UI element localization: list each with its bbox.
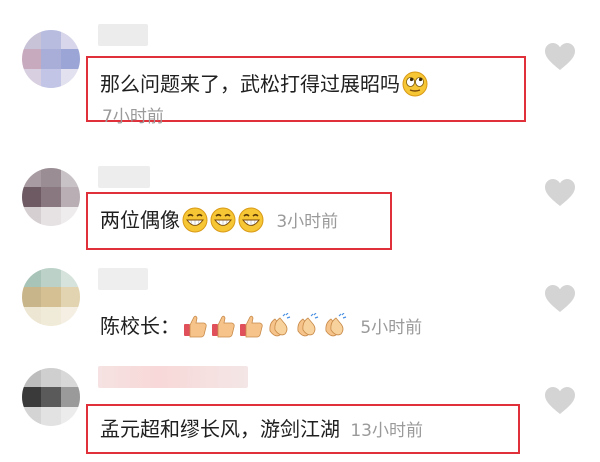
avatar[interactable] xyxy=(22,368,80,426)
username-blurred[interactable] xyxy=(98,166,150,188)
thumbs-up-emoji-icon xyxy=(210,313,236,339)
timestamp: 13小时前 xyxy=(350,421,423,441)
comment-item: 那么问题来了，武松打得过展昭吗 7小时前 xyxy=(0,0,600,150)
avatar[interactable] xyxy=(22,30,80,88)
rolling-eyes-emoji-icon xyxy=(402,71,428,97)
comment-text: 孟元超和缪长风，游剑江湖 13小时前 xyxy=(100,415,423,445)
thumbs-up-emoji-icon xyxy=(182,313,208,339)
comment-item: 孟元超和缪长风，游剑江湖 13小时前 xyxy=(0,360,600,462)
comment-item: 陈校长： 5小时前 xyxy=(0,260,600,360)
avatar[interactable] xyxy=(22,268,80,326)
comment-body: 陈校长： xyxy=(100,314,180,338)
like-heart-icon[interactable] xyxy=(544,386,576,416)
timestamp: 3小时前 xyxy=(276,212,339,232)
comment-item: 两位偶像 3小时前 xyxy=(0,150,600,260)
comment-body: 孟元超和缪长风，游剑江湖 xyxy=(100,417,340,441)
comment-body: 两位偶像 xyxy=(100,208,180,232)
comment-text: 陈校长： 5小时前 xyxy=(100,312,422,342)
comment-text: 两位偶像 3小时前 xyxy=(100,206,338,236)
like-heart-icon[interactable] xyxy=(544,42,576,72)
grin-emoji-icon xyxy=(238,207,264,233)
grin-emoji-icon xyxy=(210,207,236,233)
like-heart-icon[interactable] xyxy=(544,178,576,208)
comment-body: 那么问题来了，武松打得过展昭吗 xyxy=(100,72,400,96)
clap-emoji-icon xyxy=(294,313,320,339)
clap-emoji-icon xyxy=(266,313,292,339)
username-blurred[interactable] xyxy=(98,268,148,290)
thumbs-up-emoji-icon xyxy=(238,313,264,339)
avatar[interactable] xyxy=(22,168,80,226)
like-heart-icon[interactable] xyxy=(544,284,576,314)
username-blurred[interactable] xyxy=(98,366,248,388)
username-blurred[interactable] xyxy=(98,24,148,46)
clap-emoji-icon xyxy=(322,313,348,339)
grin-emoji-icon xyxy=(182,207,208,233)
comment-text: 那么问题来了，武松打得过展昭吗 xyxy=(100,70,428,98)
timestamp: 5小时前 xyxy=(360,318,423,338)
timestamp: 7小时前 xyxy=(102,107,164,127)
